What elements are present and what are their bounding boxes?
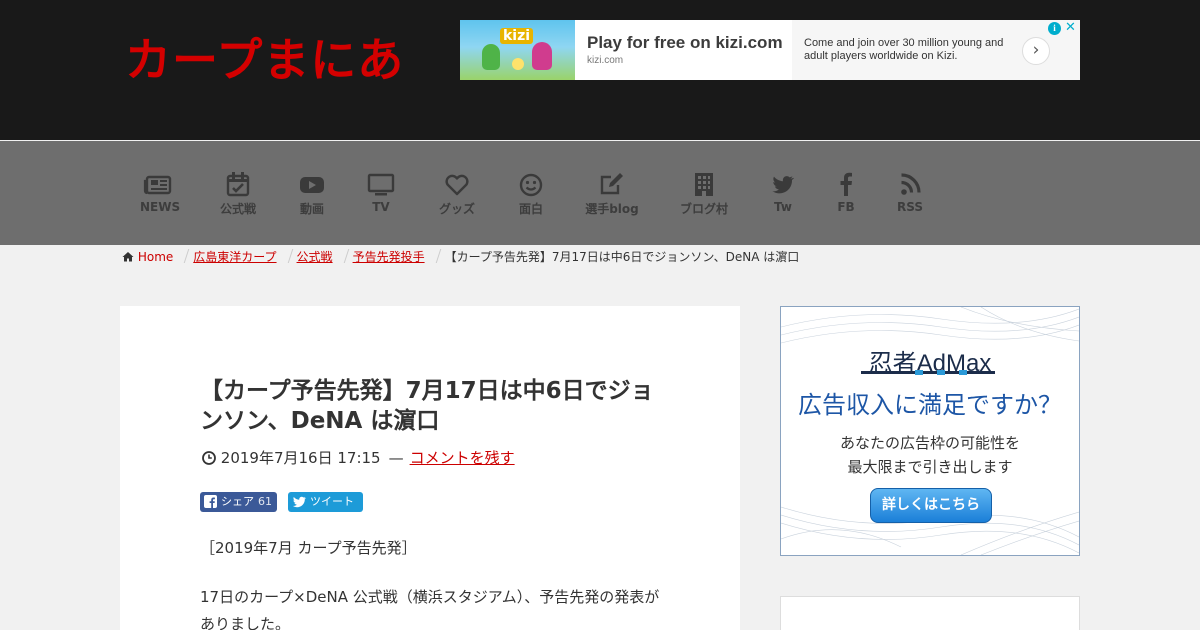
- article-title: 【カープ予告先発】7月17日は中6日でジョンソン、DeNA は濵口: [200, 378, 654, 434]
- admax-subtext: あなたの広告枠の可能性を 最大限まで引き出します: [781, 431, 1079, 479]
- newspaper-icon: [143, 175, 172, 195]
- nav-item-goods[interactable]: グッズ: [437, 170, 477, 217]
- admax-logo-accent: [959, 370, 967, 375]
- ad-thumb-monster-green: [482, 44, 500, 70]
- calendar-check-icon: [226, 172, 250, 197]
- nav-item-blog-village[interactable]: ブログ村: [679, 170, 729, 217]
- admax-details-button[interactable]: 詳しくはこちら: [870, 488, 992, 523]
- nav-item-twitter[interactable]: Tw: [769, 170, 797, 214]
- admax-logo-accent: [915, 370, 923, 375]
- nav-label: FB: [837, 200, 855, 214]
- ad-description-box[interactable]: Come and join over 30 million young and …: [792, 20, 1080, 80]
- nav-label: RSS: [897, 200, 923, 214]
- site-logo[interactable]: カープまにあ: [125, 30, 404, 90]
- breadcrumb-home-link[interactable]: Home: [138, 250, 173, 264]
- admax-logo-underline: [861, 371, 995, 374]
- facebook-icon: [204, 495, 217, 508]
- heart-icon: [445, 174, 469, 196]
- sidebar-admax-ad[interactable]: 忍者AdMax 広告収入に満足ですか？ あなたの広告枠の可能性を 最大限まで引き…: [780, 306, 1080, 556]
- ad-domain: kizi.com: [587, 55, 624, 66]
- article-card: 【カープ予告先発】7月17日は中6日でジョンソン、DeNA は濵口 2019年7…: [120, 306, 740, 630]
- youtube-icon: [300, 177, 324, 193]
- article-paragraph-1: ［2019年7月 カープ予告先発］: [200, 539, 417, 557]
- ad-headline[interactable]: Play for free on kizi.com: [587, 33, 783, 53]
- ad-info-icon[interactable]: i: [1048, 22, 1061, 35]
- nav-item-player-blog[interactable]: 選手blog: [585, 170, 639, 217]
- admax-logo-accent: [937, 370, 945, 375]
- nav-item-facebook[interactable]: FB: [833, 170, 859, 214]
- breadcrumb-current: 【カープ予告先発】7月17日は中6日でジョンソン、DeNA は濵口: [444, 250, 800, 264]
- article-paragraph-2: 17日のカープ×DeNA 公式戦（横浜スタジアム）、予告先発の発表がありました。: [200, 588, 660, 630]
- breadcrumb-link-starting-pitchers[interactable]: 予告先発投手: [353, 250, 425, 264]
- nav-label: 面白: [518, 202, 543, 216]
- nav-label: NEWS: [140, 200, 181, 214]
- facebook-icon: [840, 172, 852, 196]
- meta-dash: —: [388, 449, 404, 467]
- breadcrumb-separator: [428, 249, 441, 263]
- twitter-icon: [772, 176, 795, 194]
- nav-label: 公式戦: [219, 202, 256, 216]
- breadcrumb-separator: [336, 249, 349, 263]
- top-banner-ad[interactable]: kizi Play for free on kizi.com kizi.com …: [460, 20, 1080, 80]
- nav-label: 動画: [299, 202, 324, 216]
- facebook-share-count: 61: [258, 495, 272, 508]
- nav-item-tv[interactable]: TV: [366, 170, 396, 214]
- edit-icon: [600, 173, 623, 195]
- admax-headline: 広告収入に満足ですか？: [798, 391, 1062, 419]
- twitter-icon: [292, 496, 306, 508]
- facebook-share-label: シェア: [221, 495, 254, 508]
- site-header: カープまにあ kizi Play for free on kizi.com ki…: [0, 0, 1200, 140]
- ad-arrow-icon[interactable]: ›: [1022, 37, 1050, 65]
- sidebar-widget: [780, 596, 1080, 630]
- main-nav: NEWS 公式戦 動画 TV グッズ 面白 選手blog ブログ村 Tw FB …: [0, 141, 1200, 245]
- twitter-tweet-label: ツイート: [310, 495, 354, 508]
- smile-icon: [519, 173, 543, 197]
- ad-thumb-logo: kizi: [500, 28, 534, 44]
- ad-description: Come and join over 30 million young and …: [804, 37, 1004, 62]
- breadcrumb-link-carp[interactable]: 広島東洋カープ: [193, 250, 276, 264]
- nav-item-official-games[interactable]: 公式戦: [219, 170, 257, 217]
- nav-item-news[interactable]: NEWS: [140, 170, 181, 214]
- article-meta: 2019年7月16日 17:15 — コメントを残す: [202, 447, 515, 468]
- nav-label: 選手blog: [585, 202, 639, 216]
- comment-link[interactable]: コメントを残す: [410, 449, 515, 467]
- nav-label: グッズ: [438, 202, 475, 216]
- ad-thumb-ball: [512, 58, 524, 70]
- twitter-tweet-button[interactable]: ツイート: [288, 492, 363, 512]
- article-date: 2019年7月16日 17:15: [220, 449, 381, 467]
- nav-label: TV: [372, 200, 390, 214]
- nav-item-rss[interactable]: RSS: [895, 170, 925, 214]
- ad-thumb-monster-pink: [532, 42, 552, 70]
- ad-thumbnail-image[interactable]: kizi: [460, 20, 575, 80]
- nav-item-funny[interactable]: 面白: [516, 170, 546, 217]
- facebook-share-button[interactable]: シェア 61: [200, 492, 277, 512]
- breadcrumb-link-official-games[interactable]: 公式戦: [297, 250, 333, 264]
- home-icon: [122, 252, 134, 262]
- admax-subtext-line-1: あなたの広告枠の可能性を: [839, 434, 1020, 452]
- nav-item-video[interactable]: 動画: [297, 170, 327, 217]
- tv-icon: [367, 173, 395, 196]
- nav-label: ブログ村: [679, 202, 728, 216]
- breadcrumb-separator: [280, 249, 293, 263]
- breadcrumb-separator: [176, 249, 190, 263]
- admax-subtext-line-2: 最大限まで引き出します: [847, 458, 1013, 476]
- clock-icon: [202, 451, 216, 465]
- nav-label: Tw: [774, 200, 792, 214]
- rss-icon: [901, 173, 921, 195]
- ad-close-icon[interactable]: ✕: [1065, 20, 1076, 35]
- building-icon: [695, 173, 713, 196]
- breadcrumb: Home 広島東洋カープ 公式戦 予告先発投手 【カープ予告先発】7月17日は中6日でジ…: [122, 248, 799, 266]
